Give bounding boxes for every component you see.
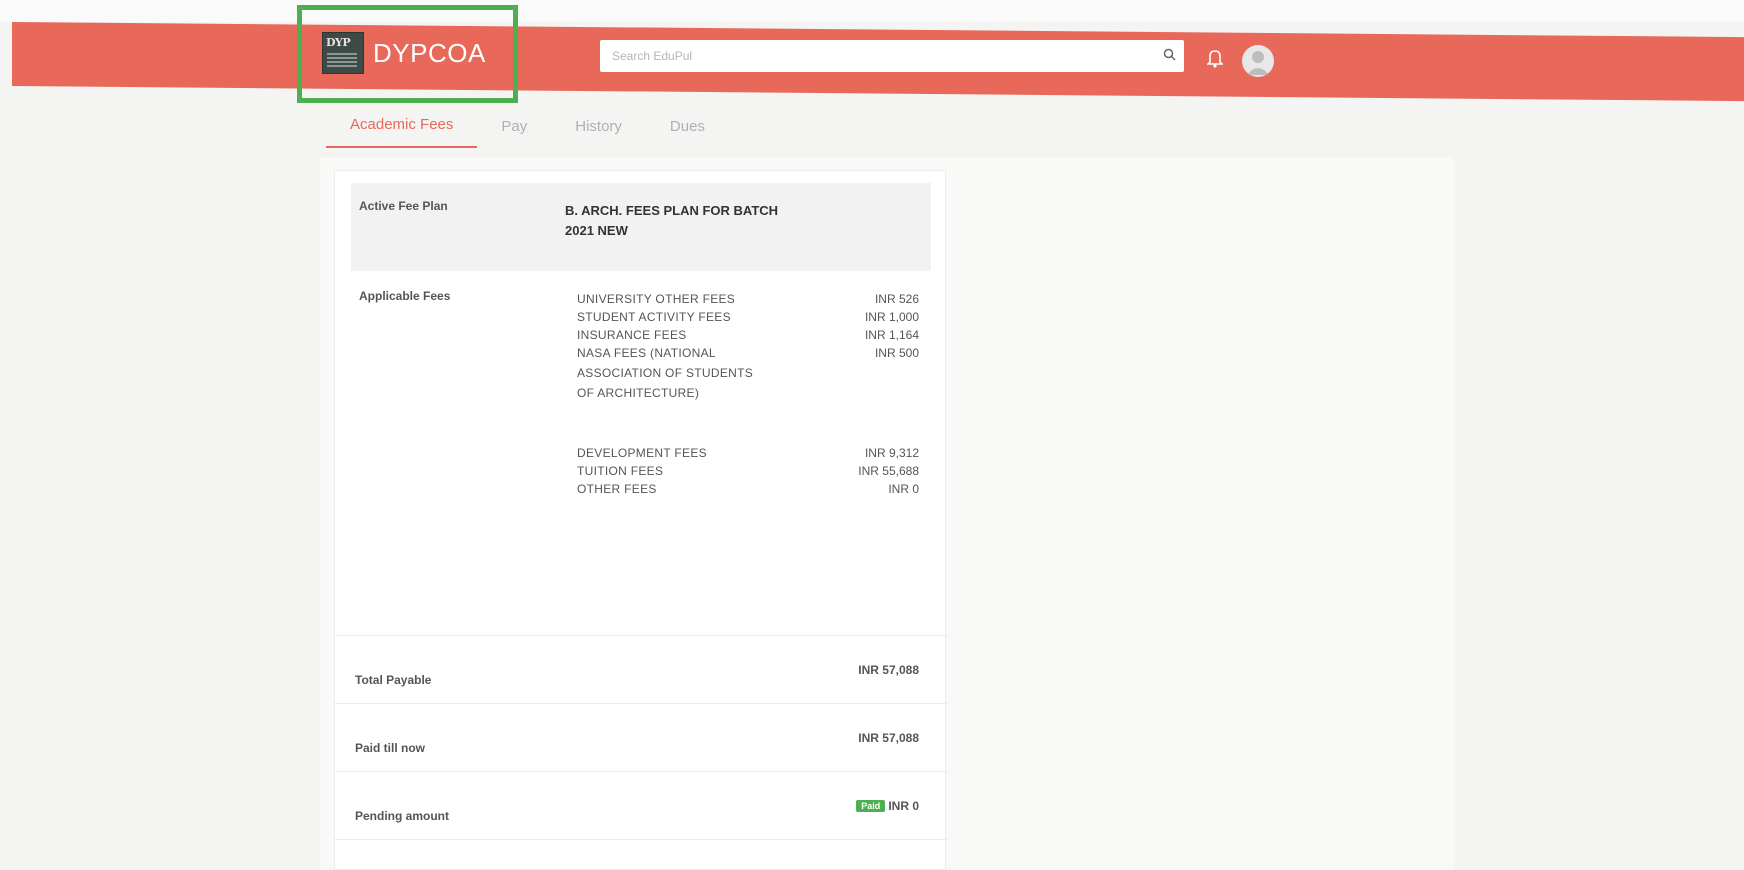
active-fee-plan-row: Active Fee Plan B. ARCH. FEES PLAN FOR B… bbox=[351, 183, 931, 271]
user-avatar[interactable] bbox=[1242, 45, 1274, 77]
search-input[interactable] bbox=[600, 42, 1154, 70]
fee-amount: INR 1,164 bbox=[864, 328, 919, 342]
fee-amount: INR 1,000 bbox=[864, 310, 919, 324]
pending-amount-row: Pending amount Paid INR 0 bbox=[335, 771, 947, 839]
applicable-fees-label: Applicable Fees bbox=[359, 289, 451, 303]
fee-name: OTHER FEES bbox=[577, 482, 657, 496]
fee-name: STUDENT ACTIVITY FEES bbox=[577, 310, 731, 324]
active-fee-plan-value: B. ARCH. FEES PLAN FOR BATCH 2021 NEW bbox=[565, 203, 779, 238]
active-fee-plan-label: Active Fee Plan bbox=[359, 199, 448, 213]
pending-amount: INR 0 bbox=[888, 799, 919, 813]
fee-details-card: Active Fee Plan B. ARCH. FEES PLAN FOR B… bbox=[334, 170, 947, 870]
search-icon[interactable] bbox=[1154, 48, 1184, 64]
notification-bell-icon[interactable] bbox=[1206, 48, 1224, 68]
total-payable-amount: INR 57,088 bbox=[858, 663, 919, 677]
fee-amount: INR 0 bbox=[888, 482, 919, 496]
pending-amount-value: Paid INR 0 bbox=[856, 799, 919, 813]
paid-status-badge: Paid bbox=[856, 800, 886, 812]
divider bbox=[335, 839, 947, 840]
tab-academic-fees[interactable]: Academic Fees bbox=[326, 110, 478, 148]
page-margin bbox=[0, 0, 1744, 22]
paid-till-now-amount: INR 57,088 bbox=[858, 731, 919, 745]
fee-name: UNIVERSITY OTHER FEES bbox=[577, 292, 736, 306]
paid-till-now-label: Paid till now bbox=[355, 741, 426, 755]
pending-amount-label: Pending amount bbox=[355, 809, 449, 823]
fee-name: NASA FEES (NATIONAL ASSOCIATION OF STUDE… bbox=[577, 346, 754, 400]
paid-till-now-row: Paid till now INR 57,088 bbox=[335, 703, 947, 771]
total-payable-row: Total Payable INR 57,088 bbox=[335, 635, 947, 703]
fee-amount: INR 55,688 bbox=[858, 464, 919, 478]
fee-amount: INR 9,312 bbox=[864, 446, 919, 460]
search-bar[interactable] bbox=[600, 40, 1184, 72]
tab-dues[interactable]: Dues bbox=[646, 112, 729, 148]
fee-name: DEVELOPMENT FEES bbox=[577, 446, 707, 460]
fee-amount: INR 500 bbox=[874, 346, 919, 360]
fee-tabs: Academic Fees Pay History Dues bbox=[326, 108, 729, 148]
highlight-box bbox=[297, 5, 518, 103]
fee-name: TUITION FEES bbox=[577, 464, 664, 478]
tab-history[interactable]: History bbox=[551, 112, 646, 148]
fee-amount: INR 526 bbox=[874, 292, 919, 306]
fee-name: INSURANCE FEES bbox=[577, 328, 687, 342]
total-payable-label: Total Payable bbox=[355, 673, 432, 687]
tab-pay[interactable]: Pay bbox=[477, 112, 551, 148]
